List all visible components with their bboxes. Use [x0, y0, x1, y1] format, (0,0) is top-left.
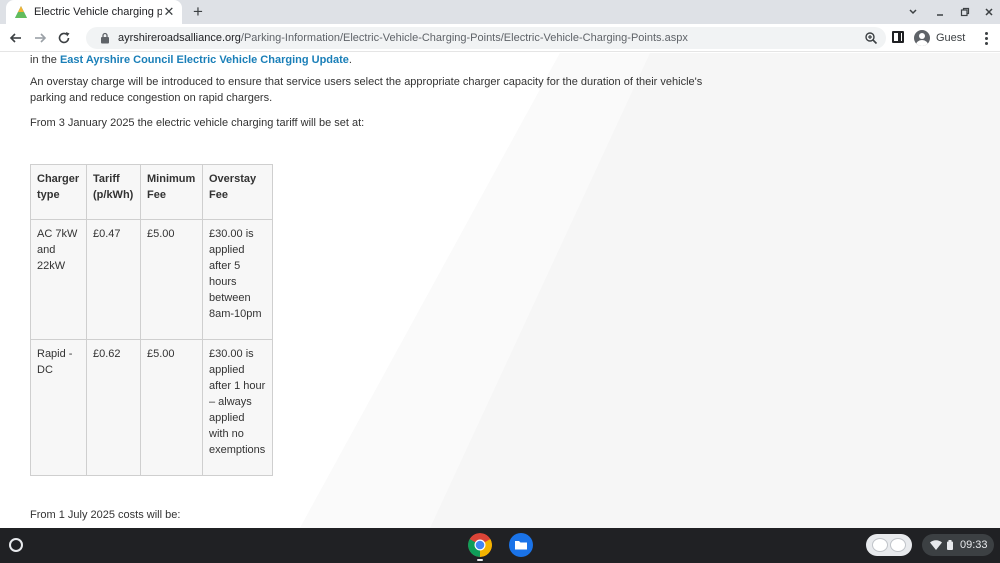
web-page: in the East Ayrshire Council Electric Ve…	[0, 53, 1000, 528]
tariff-intro-paragraph: From 3 January 2025 the electric vehicle…	[30, 117, 365, 129]
cell-minimum-fee: £5.00	[140, 219, 203, 340]
table-row: Rapid - DC £0.62 £5.00 £30.00 is applied…	[30, 339, 273, 476]
cell-tariff: £0.62	[86, 339, 141, 476]
tab-title: Electric Vehicle charging points	[34, 6, 162, 18]
forward-arrow-icon[interactable]	[30, 28, 50, 48]
address-bar[interactable]: ayrshireroadsalliance.org/Parking-Inform…	[86, 27, 886, 49]
url-text[interactable]: ayrshireroadsalliance.org/Parking-Inform…	[118, 32, 688, 44]
restore-icon[interactable]	[952, 0, 978, 24]
wifi-icon	[930, 540, 942, 550]
guest-avatar-icon	[914, 30, 930, 46]
cell-charger-type: AC 7kW and 22kW	[30, 219, 87, 340]
close-window-icon[interactable]	[976, 0, 1000, 24]
table-header-row: Charger type Tariff (p/kWh) Minimum Fee …	[30, 164, 273, 220]
header-charger-type: Charger type	[30, 164, 87, 220]
intro-line: in the East Ayrshire Council Electric Ve…	[30, 54, 352, 66]
url-path: /Parking-Information/Electric-Vehicle-Ch…	[240, 32, 688, 44]
lock-icon[interactable]	[100, 32, 110, 44]
minimize-icon[interactable]	[927, 0, 953, 24]
tab-close-icon[interactable]: ✕	[162, 4, 176, 20]
browser-toolbar: ayrshireroadsalliance.org/Parking-Inform…	[0, 24, 1000, 52]
browser-tab[interactable]: Electric Vehicle charging points ✕	[6, 0, 182, 24]
tariff-table: Charger type Tariff (p/kWh) Minimum Fee …	[30, 164, 273, 476]
cell-minimum-fee: £5.00	[140, 339, 203, 476]
side-panel-icon[interactable]	[892, 31, 904, 43]
files-app-icon[interactable]	[509, 533, 533, 557]
menu-kebab-icon[interactable]	[978, 28, 994, 48]
battery-icon	[947, 540, 953, 550]
running-indicator	[477, 559, 483, 561]
os-shelf: 09:33	[0, 528, 1000, 563]
profile-label: Guest	[936, 32, 966, 44]
new-tab-button[interactable]: +	[188, 2, 208, 22]
url-host: ayrshireroadsalliance.org	[118, 32, 241, 44]
clock-time: 09:33	[960, 539, 988, 551]
site-favicon-icon	[15, 6, 27, 18]
tab-search-icon[interactable]	[900, 0, 926, 24]
zoom-icon[interactable]	[864, 31, 878, 45]
cell-overstay-fee: £30.00 is applied after 1 hour – always …	[202, 339, 273, 476]
tote-holding-space[interactable]	[866, 534, 912, 556]
header-minimum-fee: Minimum Fee	[140, 164, 203, 220]
cell-charger-type: Rapid - DC	[30, 339, 87, 476]
back-arrow-icon[interactable]	[6, 28, 26, 48]
table-row: AC 7kW and 22kW £0.47 £5.00 £30.00 is ap…	[30, 219, 273, 340]
cell-overstay-fee: £30.00 is applied after 5 hours between …	[202, 219, 273, 340]
profile-button[interactable]: Guest	[912, 27, 970, 49]
cell-tariff: £0.47	[86, 219, 141, 340]
status-area[interactable]: 09:33	[922, 534, 994, 556]
header-tariff: Tariff (p/kWh)	[86, 164, 141, 220]
chrome-app-icon[interactable]	[468, 533, 492, 557]
header-overstay-fee: Overstay Fee	[202, 164, 273, 220]
tab-strip: Electric Vehicle charging points ✕ +	[0, 0, 1000, 24]
july-costs-paragraph: From 1 July 2025 costs will be:	[30, 509, 181, 521]
reload-icon[interactable]	[54, 28, 74, 48]
overstay-paragraph: An overstay charge will be introduced to…	[30, 76, 703, 104]
launcher-icon[interactable]	[9, 538, 23, 552]
ev-update-link[interactable]: East Ayrshire Council Electric Vehicle C…	[60, 54, 349, 66]
